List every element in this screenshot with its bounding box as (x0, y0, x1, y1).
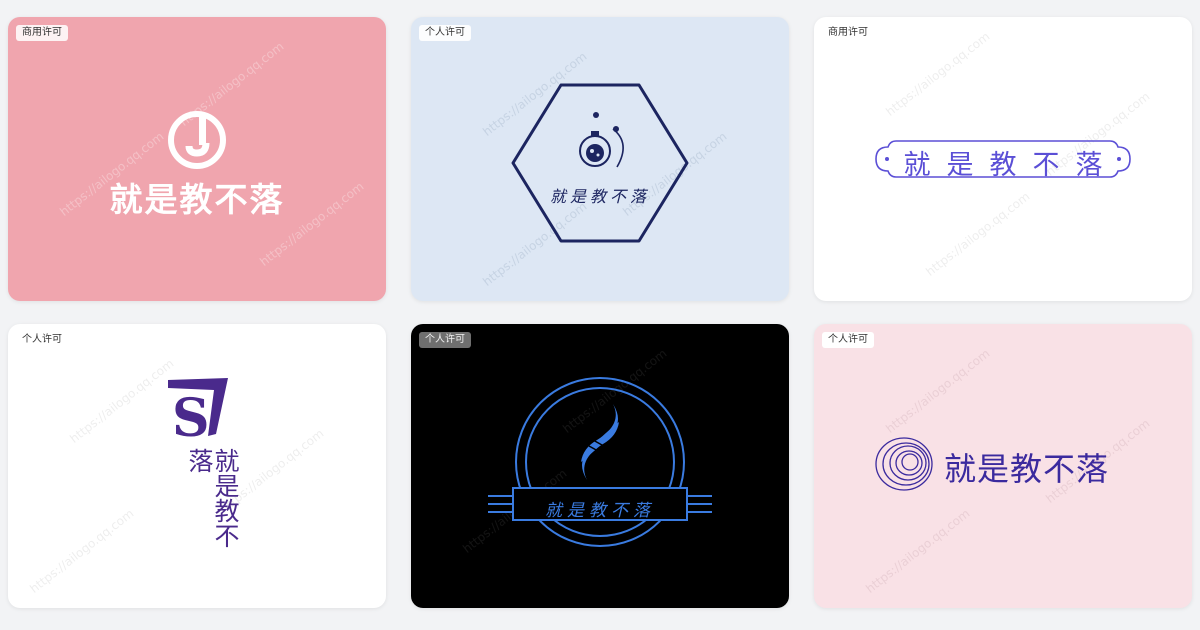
logo-card-6[interactable]: 个人许可 https://ailogo.qq.com https://ailog… (814, 324, 1192, 608)
logo-card-2[interactable]: 个人许可 https://ailogo.qq.com https://ailog… (411, 17, 789, 301)
lab-flask-orbit-icon (579, 112, 624, 168)
brand-name: 就是教不落 (109, 180, 285, 219)
brand-name: 就是教不落 (903, 150, 1119, 181)
brand-name: 就是教不落 (944, 450, 1110, 488)
brand-name: 就是教不落 (185, 448, 240, 548)
letter-j-ring-icon (168, 111, 226, 169)
logo-card-5[interactable]: 个人许可 https://ailogo.qq.com https://ailog… (411, 324, 789, 608)
license-badge: 商用许可 (822, 25, 874, 41)
logo-card-3[interactable]: 商用许可 https://ailogo.qq.com https://ailog… (814, 17, 1192, 301)
brand-name: 就是教不落 (545, 501, 655, 521)
brand-name: 就是教不落 (549, 187, 650, 206)
svg-text:S: S (172, 388, 210, 440)
spiral-rings-icon (875, 437, 933, 491)
license-badge: 个人许可 (822, 332, 874, 348)
letter-s-banner-icon: S (168, 378, 228, 440)
license-badge: 个人许可 (419, 25, 471, 41)
license-badge: 个人许可 (419, 332, 471, 348)
license-badge: 商用许可 (16, 25, 68, 41)
logo-card-1[interactable]: 商用许可 https://ailogo.qq.com https://ailog… (8, 17, 386, 301)
logo-card-4[interactable]: 个人许可 https://ailogo.qq.com https://ailog… (8, 324, 386, 608)
dna-emblem-icon (488, 377, 712, 547)
logo-grid: 商用许可 https://ailogo.qq.com https://ailog… (0, 0, 1200, 630)
license-badge: 个人许可 (16, 332, 68, 348)
